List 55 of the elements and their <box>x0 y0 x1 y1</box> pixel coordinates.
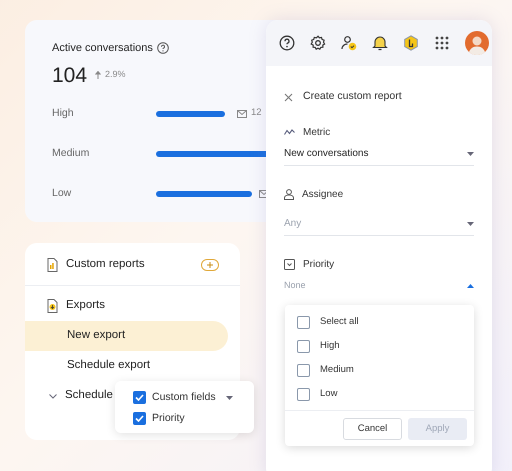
sidebar-item[interactable]: New export <box>25 321 228 351</box>
option-label: Medium <box>320 362 354 377</box>
avatar[interactable] <box>464 31 488 55</box>
panel-title: Create custom report <box>303 89 402 104</box>
message-count: 12 <box>251 106 262 120</box>
priority-label: High <box>52 106 75 121</box>
option-label: Select all <box>320 314 359 329</box>
mail-icon <box>237 108 247 118</box>
checkbox[interactable] <box>297 340 310 352</box>
arrow-up-icon <box>95 70 102 79</box>
sidebar-item[interactable]: Schedule <box>65 387 113 405</box>
chevron-down-icon[interactable] <box>49 394 57 398</box>
caret-up-icon <box>467 284 474 288</box>
select-field[interactable]: New conversations <box>284 142 474 166</box>
option-label: Low <box>320 386 338 401</box>
caret-down-icon <box>467 152 474 156</box>
checkbox[interactable] <box>297 316 310 328</box>
checkbox[interactable] <box>297 364 310 376</box>
bell-icon[interactable] <box>372 35 388 51</box>
option-label: High <box>320 338 340 353</box>
export-icon <box>47 299 58 313</box>
option-label: Priority <box>152 410 185 426</box>
hexagon-badge-icon[interactable] <box>402 35 418 51</box>
metric-value: 104 <box>52 64 88 86</box>
user-check-icon[interactable] <box>340 35 356 51</box>
line-chart-icon <box>284 129 295 135</box>
checkbox[interactable] <box>297 388 310 400</box>
check-icon <box>135 415 144 422</box>
section-title: Exports <box>66 298 105 314</box>
help-icon[interactable] <box>278 35 294 51</box>
plus-icon <box>206 262 213 268</box>
sidebar-item[interactable]: Schedule export <box>25 351 240 381</box>
section-title: Custom reports <box>66 257 145 272</box>
user-icon <box>284 188 294 200</box>
close-icon[interactable] <box>284 92 293 102</box>
checkbox[interactable] <box>133 412 146 425</box>
caret-down-icon <box>467 222 474 226</box>
priority-label: Medium <box>52 146 90 161</box>
option-label: Custom fields <box>152 390 216 405</box>
apps-grid-icon[interactable] <box>434 35 450 51</box>
check-icon <box>135 394 144 401</box>
field-label: Assignee <box>302 188 344 202</box>
dropdown-box-icon <box>284 258 295 270</box>
checkbox[interactable] <box>133 391 146 404</box>
settings-icon[interactable] <box>310 35 326 51</box>
report-icon <box>47 258 58 272</box>
priority-label: Low <box>52 186 72 201</box>
help-icon <box>156 42 169 54</box>
field-label: Metric <box>303 126 330 140</box>
card-title: Active conversations <box>52 41 153 56</box>
caret-down-icon[interactable] <box>226 396 233 400</box>
add-button[interactable] <box>200 259 219 271</box>
cancel-button[interactable]: Cancel <box>343 418 402 440</box>
change-percent: 2.9% <box>105 68 126 81</box>
field-label: Priority <box>303 258 334 272</box>
